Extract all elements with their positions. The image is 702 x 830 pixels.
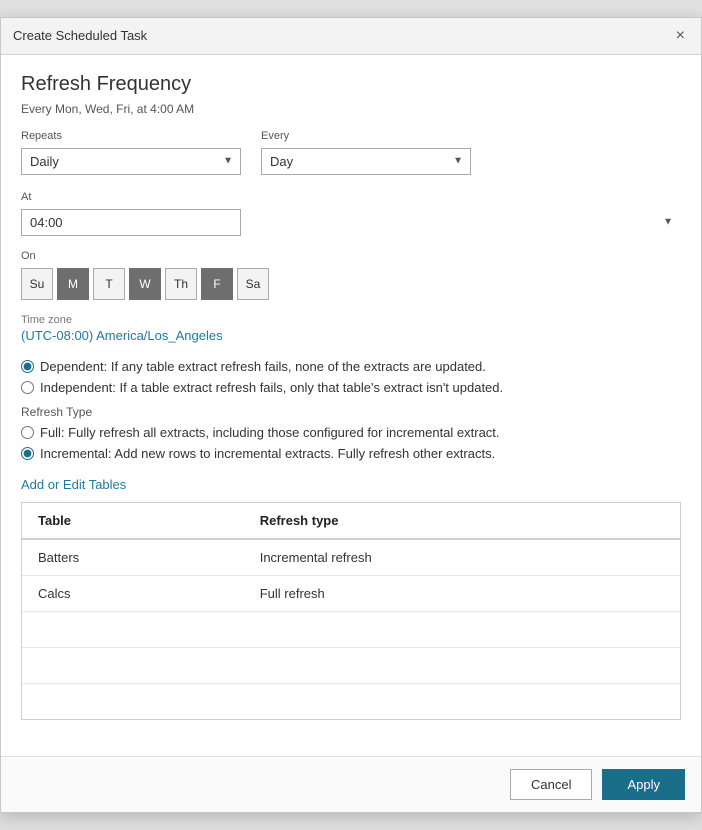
full-refresh-radio[interactable]	[21, 426, 34, 439]
refresh-type-label: Refresh Type	[21, 405, 681, 419]
dialog-footer: Cancel Apply	[1, 756, 701, 812]
table-row: Batters Incremental refresh	[22, 539, 680, 576]
row-table-1: Calcs	[22, 575, 244, 611]
empty-row-2	[22, 647, 680, 683]
col-refresh-type: Refresh type	[244, 503, 680, 539]
day-btn-sa[interactable]: Sa	[237, 268, 269, 300]
dependent-radio-item[interactable]: Dependent: If any table extract refresh …	[21, 359, 681, 374]
full-refresh-radio-item[interactable]: Full: Fully refresh all extracts, includ…	[21, 425, 681, 440]
day-btn-th[interactable]: Th	[165, 268, 197, 300]
incremental-refresh-label: Incremental: Add new rows to incremental…	[40, 446, 495, 461]
day-btn-su[interactable]: Su	[21, 268, 53, 300]
day-btn-f[interactable]: F	[201, 268, 233, 300]
independent-label: Independent: If a table extract refresh …	[40, 380, 503, 395]
empty-row-3	[22, 683, 680, 719]
day-btn-t[interactable]: T	[93, 268, 125, 300]
row-refresh-type-1: Full refresh	[244, 575, 680, 611]
incremental-refresh-radio-item[interactable]: Incremental: Add new rows to incremental…	[21, 446, 681, 461]
day-btn-m[interactable]: M	[57, 268, 89, 300]
table-header-row: Table Refresh type	[22, 503, 680, 539]
day-buttons-group: Su M T W Th F Sa	[21, 268, 681, 300]
dialog-body: Refresh Frequency Every Mon, Wed, Fri, a…	[1, 55, 701, 757]
add-edit-tables-link[interactable]: Add or Edit Tables	[21, 477, 126, 492]
every-group: Every Day Weekday Week ▼	[261, 130, 471, 175]
schedule-subtitle: Every Mon, Wed, Fri, at 4:00 AM	[21, 102, 681, 116]
tables-container: Table Refresh type Batters Incremental r…	[21, 502, 681, 721]
timezone-section: Time zone (UTC-08:00) America/Los_Angele…	[21, 314, 681, 359]
create-scheduled-task-dialog: Create Scheduled Task × Refresh Frequenc…	[0, 17, 702, 814]
repeats-group: Repeats Daily Weekly Monthly ▼	[21, 130, 241, 175]
at-chevron-icon: ▼	[663, 217, 673, 228]
section-title: Refresh Frequency	[21, 73, 681, 96]
dependency-radio-group: Dependent: If any table extract refresh …	[21, 359, 681, 395]
on-label: On	[21, 250, 681, 262]
incremental-refresh-radio[interactable]	[21, 447, 34, 460]
cancel-button[interactable]: Cancel	[510, 769, 592, 800]
every-select-wrapper: Day Weekday Week ▼	[261, 148, 471, 175]
row-refresh-type-0: Incremental refresh	[244, 539, 680, 576]
every-label: Every	[261, 130, 471, 142]
every-select[interactable]: Day Weekday Week	[261, 148, 471, 175]
independent-radio[interactable]	[21, 381, 34, 394]
day-btn-w[interactable]: W	[129, 268, 161, 300]
at-select[interactable]: 04:00 05:00 06:00 12:00	[21, 209, 241, 236]
dependent-label: Dependent: If any table extract refresh …	[40, 359, 486, 374]
dependent-radio[interactable]	[21, 360, 34, 373]
table-row: Calcs Full refresh	[22, 575, 680, 611]
repeats-label: Repeats	[21, 130, 241, 142]
full-refresh-label: Full: Fully refresh all extracts, includ…	[40, 425, 500, 440]
empty-row-1	[22, 611, 680, 647]
repeats-select-wrapper: Daily Weekly Monthly ▼	[21, 148, 241, 175]
timezone-label: Time zone	[21, 314, 681, 326]
refresh-type-section: Refresh Type Full: Fully refresh all ext…	[21, 405, 681, 461]
dialog-header: Create Scheduled Task ×	[1, 18, 701, 55]
repeats-select[interactable]: Daily Weekly Monthly	[21, 148, 241, 175]
at-label: At	[21, 191, 681, 203]
refresh-type-radio-group: Full: Fully refresh all extracts, includ…	[21, 425, 681, 461]
col-table: Table	[22, 503, 244, 539]
independent-radio-item[interactable]: Independent: If a table extract refresh …	[21, 380, 681, 395]
repeats-every-row: Repeats Daily Weekly Monthly ▼ Every Day…	[21, 130, 681, 175]
at-select-wrapper: 04:00 05:00 06:00 12:00 ▼	[21, 209, 681, 236]
timezone-link[interactable]: (UTC-08:00) America/Los_Angeles	[21, 328, 223, 343]
row-table-0: Batters	[22, 539, 244, 576]
apply-button[interactable]: Apply	[602, 769, 685, 800]
dialog-title: Create Scheduled Task	[13, 28, 147, 43]
tables-table: Table Refresh type Batters Incremental r…	[22, 503, 680, 720]
at-group: At 04:00 05:00 06:00 12:00 ▼	[21, 191, 681, 236]
close-button[interactable]: ×	[672, 26, 689, 46]
on-section: On Su M T W Th F Sa	[21, 250, 681, 300]
